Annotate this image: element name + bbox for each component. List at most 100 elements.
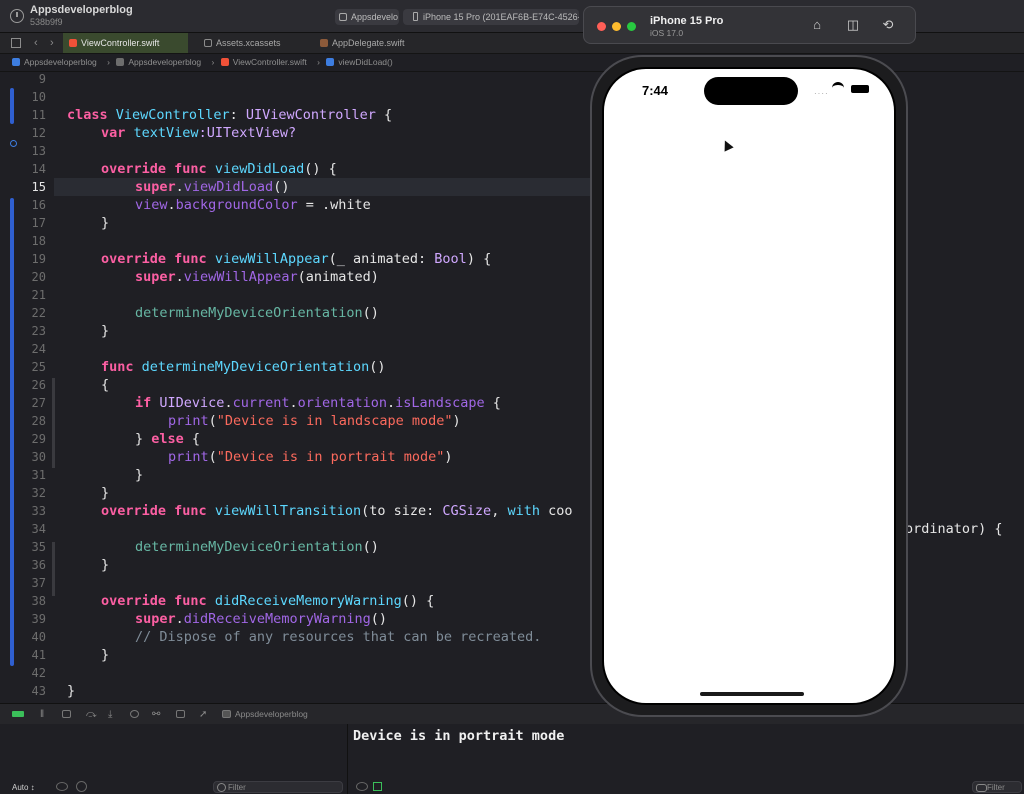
line-number: 16	[31, 198, 46, 212]
tab-appdelegate[interactable]: AppDelegate.swift	[314, 33, 426, 53]
battery-icon	[851, 85, 869, 93]
memory-graph-icon[interactable]: ⚯	[152, 705, 160, 725]
line-number: 31	[31, 468, 46, 482]
line-number: 28	[31, 414, 46, 428]
hide-debug-area-icon[interactable]	[12, 711, 24, 717]
simulator-os-version: iOS 17.0	[650, 28, 684, 38]
home-indicator[interactable]	[700, 692, 804, 696]
back-chevron-icon[interactable]: ‹	[34, 37, 38, 49]
line-number: 11	[31, 108, 46, 122]
simulator-screen[interactable]: 7:44 ····	[604, 69, 894, 703]
minimize-button[interactable]	[612, 22, 621, 31]
breadcrumb-project[interactable]: Appsdeveloperblog	[12, 57, 101, 67]
method-icon	[326, 58, 335, 66]
project-name: Appsdeveloperblog	[30, 4, 133, 16]
simulator-toolbar: iPhone 15 Pro iOS 17.0 ⌂ ◫ ⟲	[583, 6, 916, 44]
swift-file-icon	[220, 58, 229, 66]
line-number: 40	[31, 630, 46, 644]
location-icon[interactable]: ➚	[199, 705, 207, 725]
scheme-app-label: Appsdevelo	[351, 12, 399, 22]
iphone-icon	[413, 12, 418, 21]
code-line: {	[101, 377, 110, 393]
pause-icon[interactable]: ‖	[40, 705, 44, 725]
folder-icon	[116, 58, 125, 66]
view-hierarchy-icon[interactable]	[130, 710, 139, 718]
line-number: 30	[31, 450, 46, 464]
dynamic-island	[704, 77, 798, 105]
code-line: super.viewDidLoad()	[135, 179, 290, 195]
run-destination-label: iPhone 15 Pro (201EAF6B-E74C-4526-	[423, 12, 579, 22]
home-icon[interactable]: ⌂	[809, 17, 825, 33]
code-line: print("Device is in portrait mode")	[168, 449, 453, 465]
rotate-icon[interactable]: ⟲	[880, 17, 896, 33]
code-line: super.viewWillAppear(animated)	[135, 269, 379, 285]
breadcrumb-method[interactable]: viewDidLoad()	[326, 57, 396, 67]
close-button[interactable]	[597, 22, 606, 31]
breadcrumb-file[interactable]: ViewController.swift	[220, 57, 311, 67]
status-bar-time: 7:44	[642, 83, 669, 98]
target-icon	[222, 710, 231, 718]
chevron-right-icon: ›	[211, 57, 215, 67]
code-line: }	[101, 557, 110, 573]
console-filter-input[interactable]: Filter	[972, 781, 1022, 793]
line-number: 29	[31, 432, 46, 446]
tab-viewcontroller[interactable]: ViewController.swift	[63, 33, 188, 53]
wifi-icon	[832, 82, 844, 94]
code-line: var textView:UITextView?	[101, 125, 297, 141]
breadcrumb-group[interactable]: Appsdeveloperblog	[116, 57, 205, 67]
line-number: 13	[31, 144, 46, 158]
chevron-right-icon: ›	[107, 57, 110, 67]
forward-chevron-icon[interactable]: ›	[50, 37, 54, 49]
app-target-icon	[339, 13, 347, 21]
line-number: 20	[31, 270, 46, 284]
code-line: override func viewWillTransition(to size…	[101, 503, 573, 519]
tab-label: ViewController.swift	[81, 38, 160, 48]
line-number: 10	[31, 90, 46, 104]
fold-ribbon[interactable]	[52, 542, 55, 596]
grid-icon[interactable]	[11, 38, 21, 48]
line-number: 26	[31, 378, 46, 392]
line-number: 9	[38, 72, 46, 86]
screenshot-icon[interactable]: ◫	[845, 17, 861, 33]
variables-scope-selector[interactable]: Auto ↕	[12, 783, 35, 792]
line-number-current: 15	[31, 180, 46, 194]
line-number: 23	[31, 324, 46, 338]
fold-ribbon[interactable]	[52, 378, 55, 468]
environment-overrides-icon[interactable]	[176, 710, 185, 718]
zoom-button[interactable]	[627, 22, 636, 31]
iphone-bezel: 7:44 ····	[602, 67, 896, 705]
tab-assets[interactable]: Assets.xcassets	[198, 33, 308, 53]
line-number: 19	[31, 252, 46, 266]
line-number: 43	[31, 684, 46, 698]
continue-icon[interactable]	[62, 710, 71, 718]
swift-file-icon	[69, 39, 77, 47]
info-icon[interactable]	[76, 781, 87, 792]
variables-filter-input[interactable]: Filter	[213, 781, 343, 793]
step-over-icon[interactable]: ⤼	[86, 705, 97, 725]
line-number: 25	[31, 360, 46, 374]
debug-console: Device is in portrait mode Auto ↕ Filter…	[0, 724, 1024, 794]
code-line: override func viewWillAppear(_ animated:…	[101, 251, 492, 267]
code-line: determineMyDeviceOrientation()	[135, 539, 379, 555]
code-line: view.backgroundColor = .white	[135, 197, 371, 213]
code-line: if UIDevice.current.orientation.isLandsc…	[135, 395, 501, 411]
eye-icon[interactable]	[356, 782, 368, 791]
run-destination-selector[interactable]: iPhone 15 Pro (201EAF6B-E74C-4526-	[403, 9, 579, 25]
step-in-icon[interactable]: ⤓	[108, 705, 112, 725]
code-line: class ViewController: UIViewController {	[67, 107, 393, 123]
tab-label: AppDelegate.swift	[332, 38, 405, 48]
filter-placeholder: Filter	[228, 783, 246, 792]
line-number: 24	[31, 342, 46, 356]
tab-label: Assets.xcassets	[216, 38, 281, 48]
code-line: override func viewDidLoad() {	[101, 161, 337, 177]
grid-icon[interactable]	[373, 782, 382, 791]
scheme-selector[interactable]: Appsdevelo	[335, 9, 399, 25]
code-line: }	[67, 683, 76, 699]
console-divider[interactable]	[347, 724, 348, 794]
console-output: Device is in portrait mode	[353, 728, 565, 744]
code-line: print("Device is in landscape mode")	[168, 413, 461, 429]
eye-icon[interactable]	[56, 782, 68, 791]
code-line: }	[101, 323, 110, 339]
iphone-frame: 7:44 ····	[590, 55, 908, 717]
history-icon[interactable]	[10, 9, 24, 23]
